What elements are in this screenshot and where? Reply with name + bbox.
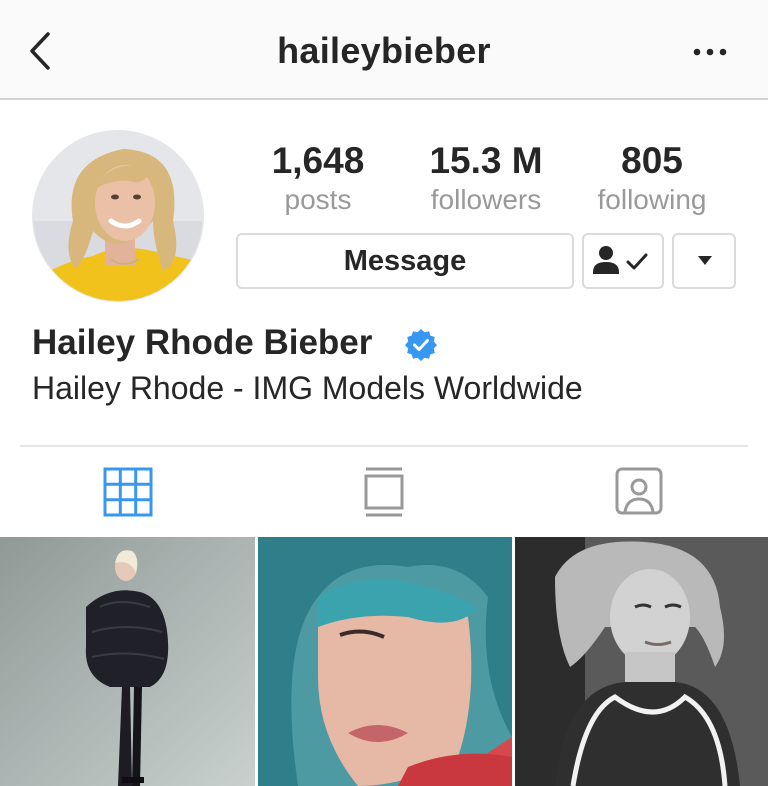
person-check-icon xyxy=(593,246,648,274)
grid-icon xyxy=(103,467,153,517)
feed-icon xyxy=(364,467,404,517)
following-count: 805 xyxy=(621,140,683,181)
posts-count: 1,648 xyxy=(271,140,365,181)
post-thumbnail[interactable] xyxy=(258,537,512,786)
avatar-photo xyxy=(33,131,203,301)
followers-stat[interactable]: 15.3 M followers xyxy=(412,140,560,218)
tab-grid-view[interactable] xyxy=(102,466,154,518)
followers-label: followers xyxy=(430,184,542,215)
profile-username-title: haileybieber xyxy=(277,30,491,71)
message-button[interactable]: Message xyxy=(236,233,574,289)
tab-tagged-view[interactable] xyxy=(614,466,664,516)
message-button-label: Message xyxy=(343,245,467,277)
suggested-accounts-button[interactable] xyxy=(672,233,736,289)
following-status-button[interactable] xyxy=(582,233,664,289)
following-label: following xyxy=(597,184,707,215)
more-options-button[interactable] xyxy=(690,44,730,60)
section-divider xyxy=(20,445,748,447)
post-image xyxy=(258,537,512,786)
verified-badge-icon xyxy=(405,329,437,361)
followers-count: 15.3 M xyxy=(429,140,543,181)
following-stat[interactable]: 805 following xyxy=(582,140,722,218)
profile-full-name: Hailey Rhode Bieber xyxy=(32,323,373,362)
top-nav-bar: haileybieber xyxy=(0,0,768,100)
profile-avatar[interactable] xyxy=(32,130,204,302)
post-thumbnail[interactable] xyxy=(515,537,768,786)
posts-label: posts xyxy=(284,184,352,215)
posts-stat: 1,648 posts xyxy=(258,140,378,218)
tagged-icon xyxy=(615,467,663,515)
profile-bio: Hailey Rhode - IMG Models Worldwide xyxy=(32,370,583,406)
tab-feed-view[interactable] xyxy=(362,466,406,518)
post-image xyxy=(0,537,255,786)
ellipsis-icon xyxy=(693,48,727,56)
post-thumbnail[interactable] xyxy=(0,537,255,786)
post-image xyxy=(515,537,768,786)
caret-down-icon xyxy=(698,256,712,265)
